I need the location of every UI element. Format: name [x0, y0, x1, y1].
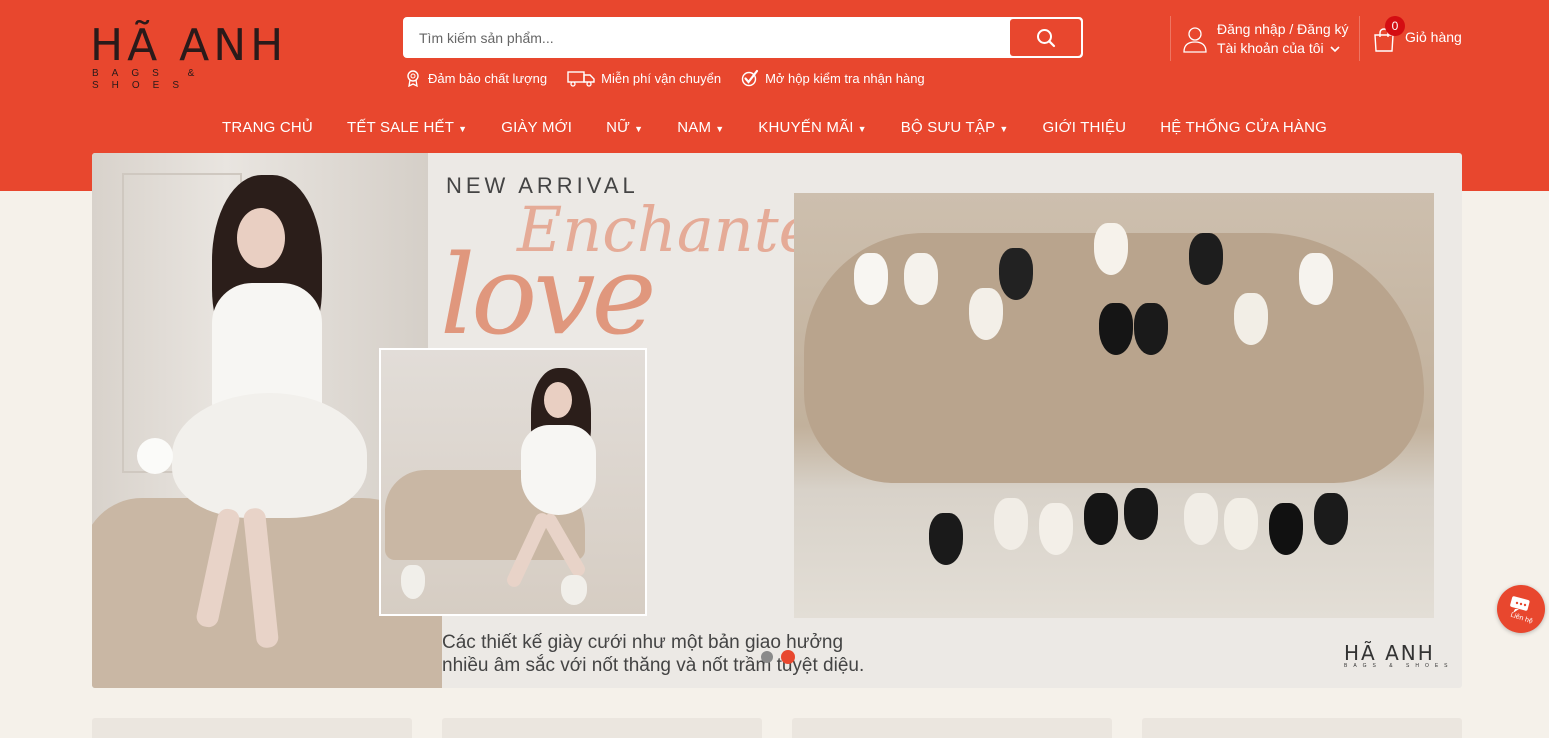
caret-down-icon: ▼ [715, 123, 725, 134]
user-icon [1183, 27, 1207, 53]
banner-caption-line: nhiều âm sắc với nốt thăng và nốt trầm t… [442, 655, 865, 676]
slider-dot-1[interactable] [761, 651, 773, 663]
nav-label: HỆ THỐNG CỬA HÀNG [1160, 118, 1327, 136]
login-register-link[interactable]: Đăng nhập / Đăng ký [1217, 20, 1349, 39]
slider-dots [761, 650, 795, 664]
my-account-label[interactable]: Tài khoản của tôi [1217, 39, 1324, 58]
nav-label: GIỚI THIỆU [1042, 118, 1127, 136]
chevron-down-icon [1330, 45, 1340, 52]
category-card[interactable] [1142, 718, 1462, 738]
nav-item-stores[interactable]: HỆ THỐNG CỬA HÀNG [1143, 116, 1344, 138]
logo-wordmark: HÃ ANH [90, 20, 288, 71]
nav-item-promotions[interactable]: KHUYẾN MÃI ▼ [741, 116, 883, 138]
truck-icon [567, 71, 595, 87]
banner-caption-line: Các thiết kế giày cưới như một bản giao … [442, 632, 844, 653]
caret-down-icon: ▼ [857, 123, 867, 134]
banner-inset-photo [379, 348, 647, 616]
logo-tagline: BAGS & SHOES [92, 68, 208, 91]
logo[interactable]: HÃ ANH BAGS & SHOES [90, 20, 305, 92]
feature-inspect: Mở hộp kiểm tra nhận hàng [741, 68, 925, 88]
search-bar [403, 17, 1083, 58]
search-input[interactable] [419, 19, 1009, 56]
medal-icon [407, 70, 419, 87]
nav-item-home[interactable]: TRANG CHỦ [205, 116, 330, 138]
feature-label: Đảm bảo chất lượng [428, 70, 548, 86]
banner-logo-wordmark: HÃ ANH [1344, 641, 1435, 665]
caret-down-icon: ▼ [458, 123, 468, 134]
nav-item-women[interactable]: NỮ ▼ [589, 116, 660, 138]
nav-item-about[interactable]: GIỚI THIỆU [1025, 116, 1143, 138]
hero-banner[interactable]: NEW ARRIVAL Enchanted love Các thiết kế … [92, 153, 1462, 688]
slider-dot-2[interactable] [781, 650, 795, 664]
nav-item-new-shoes[interactable]: GIÀY MỚI [484, 116, 589, 138]
nav-label: TẾT SALE HẾT [346, 118, 455, 136]
service-features: Đảm bảo chất lượng Miễn phí vận chuyển M… [404, 68, 925, 88]
banner-shoes-photo [794, 193, 1434, 618]
nav-label: KHUYẾN MÃI [758, 118, 854, 136]
main-nav: TRANG CHỦ TẾT SALE HẾT ▼ GIÀY MỚI NỮ ▼ NAM… [0, 116, 1549, 138]
check-icon [741, 69, 759, 87]
search-button[interactable] [1010, 19, 1081, 56]
chat-button[interactable]: Liên hệ [1497, 585, 1545, 633]
nav-item-collections[interactable]: BỘ SƯU TẬP ▼ [884, 116, 1026, 138]
account-menu[interactable]: Đăng nhập / Đăng ký Tài khoản của tôi [1183, 20, 1349, 58]
header-divider [1170, 16, 1171, 61]
cart-label: Giỏ hàng [1405, 29, 1462, 45]
cart-button[interactable]: 0 Giỏ hàng [1373, 16, 1462, 52]
nav-label: BỘ SƯU TẬP [900, 118, 996, 136]
caret-down-icon: ▼ [634, 123, 644, 134]
feature-label: Miễn phí vận chuyển [601, 70, 722, 86]
category-card[interactable] [442, 718, 762, 738]
nav-label: GIÀY MỚI [501, 118, 573, 136]
banner-script-love: love [440, 231, 657, 359]
cart-count-badge: 0 [1385, 16, 1405, 36]
banner-logo-tagline: BAGS & SHOES [1344, 663, 1454, 669]
nav-item-men[interactable]: NAM ▼ [660, 116, 741, 138]
nav-label: TRANG CHỦ [221, 118, 313, 136]
nav-label: NỮ [606, 118, 631, 136]
feature-label: Mở hộp kiểm tra nhận hàng [765, 70, 925, 86]
header-divider [1359, 16, 1360, 61]
caret-down-icon: ▼ [999, 123, 1009, 134]
nav-item-tet-sale[interactable]: TẾT SALE HẾT ▼ [330, 116, 484, 138]
banner-caption: Các thiết kế giày cưới như một bản giao … [442, 631, 864, 677]
nav-label: NAM [677, 118, 712, 136]
banner-model-photo [92, 153, 442, 688]
category-card[interactable] [92, 718, 412, 738]
feature-quality: Đảm bảo chất lượng [404, 68, 547, 88]
banner-logo: HÃ ANH BAGS & SHOES [1344, 643, 1454, 669]
category-card[interactable] [792, 718, 1112, 738]
search-icon [1036, 28, 1055, 47]
feature-shipping: Miễn phí vận chuyển [567, 68, 721, 88]
